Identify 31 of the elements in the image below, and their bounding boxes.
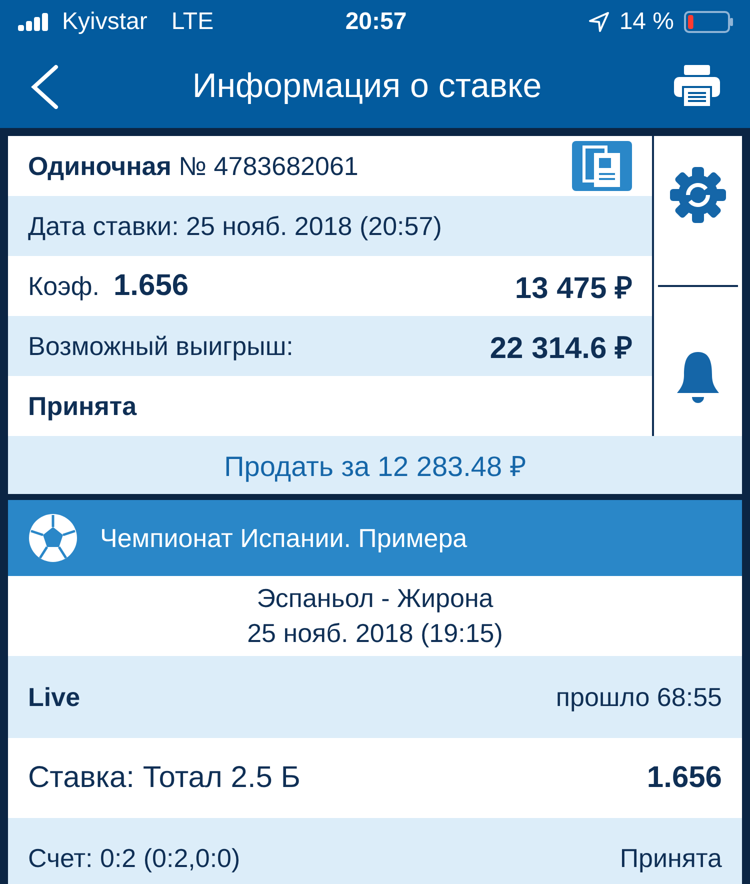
bet-odds: 1.656 [646, 761, 722, 795]
screen-title: Информация о ставке [192, 66, 542, 106]
match-date: 25 нояб. 2018 (19:15) [247, 618, 503, 649]
location-arrow-icon [589, 12, 610, 32]
odds-label: Коэф. [28, 271, 100, 302]
bet-heading: Одиночная № 4783682061 [28, 150, 358, 182]
battery-icon [684, 11, 734, 33]
result-status: Принята [620, 842, 722, 874]
stake-amount: 13 475 ₽ [514, 270, 632, 306]
bell-icon[interactable] [675, 349, 721, 405]
soccer-ball-icon [28, 513, 78, 563]
win-amount: 22 314.6 ₽ [490, 330, 632, 366]
bet-status: Принята [28, 390, 137, 422]
league-name: Чемпионат Испании. Примера [100, 522, 468, 554]
printer-icon[interactable] [674, 65, 720, 107]
gear-icon[interactable] [670, 167, 726, 223]
back-icon[interactable] [30, 63, 60, 109]
win-label: Возможный выигрыш: [28, 330, 294, 362]
match-teams: Эспаньол - Жирона [256, 583, 494, 614]
elapsed-time: прошло 68:55 [556, 682, 722, 712]
odds-value: 1.656 [114, 269, 189, 303]
clock-time: 20:57 [345, 8, 407, 36]
carrier-name: Kyivstar [62, 8, 148, 36]
bet-line: Ставка: Тотал 2.5 Б [28, 761, 300, 795]
sell-button[interactable]: Продать за 12 283.48 ₽ [8, 436, 742, 494]
bet-date: Дата ставки: 25 нояб. 2018 (20:57) [28, 210, 442, 242]
network-type: LTE [171, 8, 214, 36]
live-label: Live [28, 682, 80, 712]
match-score: Счет: 0:2 (0:2,0:0) [28, 842, 240, 874]
copy-button[interactable] [572, 141, 632, 191]
battery-percent: 14 % [619, 8, 674, 36]
